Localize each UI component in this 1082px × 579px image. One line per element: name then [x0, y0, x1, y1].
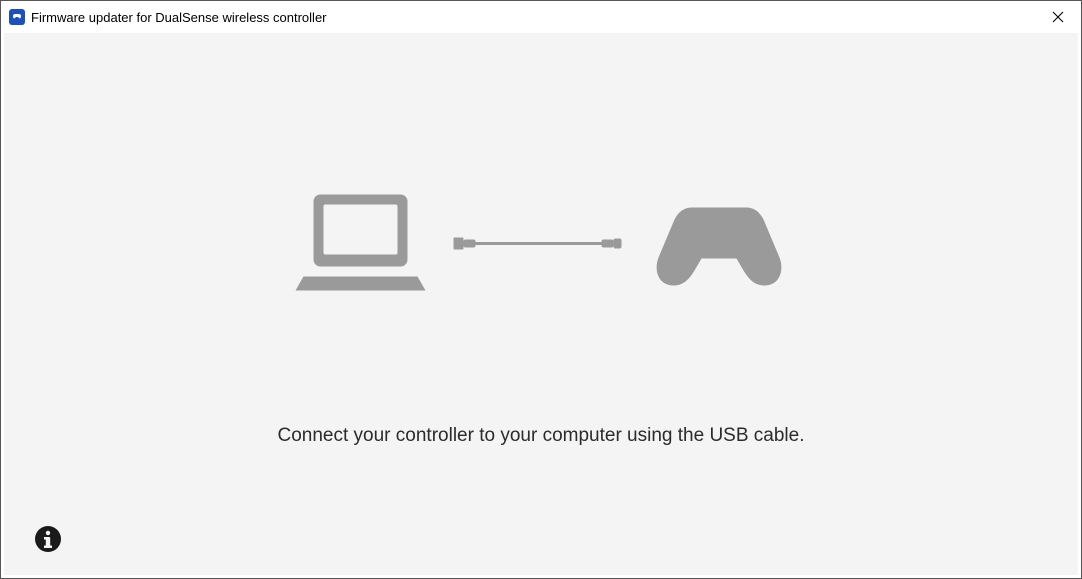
titlebar: Firmware updater for DualSense wireless …: [1, 1, 1081, 33]
app-icon: [9, 9, 25, 25]
main-content: Connect your controller to your computer…: [4, 33, 1078, 575]
laptop-icon: [296, 191, 426, 296]
close-button[interactable]: [1035, 1, 1081, 33]
info-icon: [34, 525, 62, 553]
info-button[interactable]: [34, 525, 62, 553]
connection-illustration: [296, 191, 787, 296]
usb-cable-icon: [454, 233, 624, 253]
instruction-text: Connect your controller to your computer…: [4, 425, 1078, 447]
controller-icon: [652, 196, 787, 291]
app-window: Firmware updater for DualSense wireless …: [0, 0, 1082, 579]
window-title: Firmware updater for DualSense wireless …: [31, 10, 1035, 25]
close-icon: [1052, 11, 1064, 23]
